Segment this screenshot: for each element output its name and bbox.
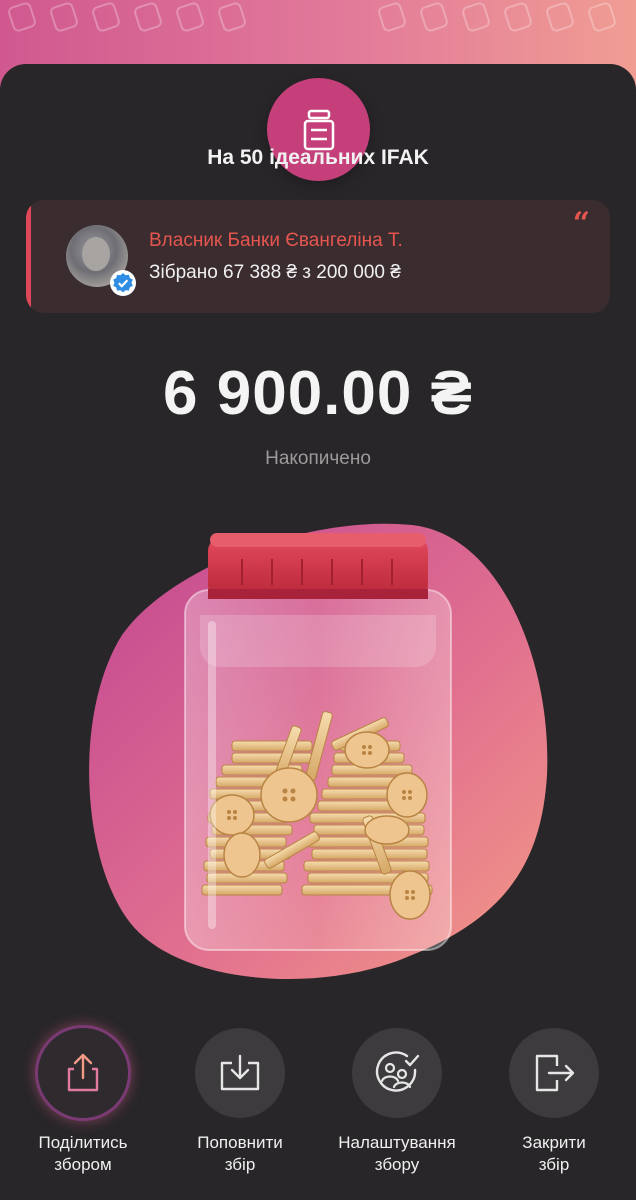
settings-icon bbox=[375, 1051, 420, 1092]
balance-amount: 6 900.00 ₴ bbox=[163, 359, 473, 428]
header-pattern bbox=[0, 0, 636, 70]
top-up-label: Поповнити збір bbox=[197, 1133, 283, 1174]
card-accent-stripe bbox=[26, 200, 31, 313]
share-circle[interactable] bbox=[38, 1028, 128, 1118]
jar-illustration bbox=[89, 523, 548, 979]
action-bar: Поділитись збором Поповнити збір Налашту… bbox=[0, 1028, 636, 1200]
balance-label: Накопичено bbox=[265, 448, 371, 469]
settings-circle[interactable] bbox=[352, 1028, 442, 1118]
top-up-icon bbox=[220, 1054, 260, 1091]
close-label: Закрити збір bbox=[522, 1133, 586, 1174]
collected-progress-text: Зібрано 67 388 ₴ з 200 000 ₴ bbox=[149, 262, 401, 283]
top-up-circle[interactable] bbox=[195, 1028, 285, 1118]
share-label: Поділитись збором bbox=[38, 1133, 128, 1174]
share-collection-button[interactable]: Поділитись збором bbox=[3, 1028, 163, 1176]
jar-title: На 50 ідеальних IFAK bbox=[207, 146, 429, 169]
jar-icon bbox=[303, 109, 334, 150]
close-circle[interactable] bbox=[509, 1028, 599, 1118]
verified-check-icon bbox=[110, 270, 136, 296]
close-collection-button[interactable]: Закрити збір bbox=[474, 1028, 634, 1176]
settings-label: Налаштування збору bbox=[338, 1133, 456, 1174]
owner-name: Власник Банки Євангеліна Т. bbox=[149, 230, 403, 251]
owner-card[interactable]: Власник Банки Євангеліна Т. Зібрано 67 3… bbox=[26, 200, 610, 313]
top-up-button[interactable]: Поповнити збір bbox=[160, 1028, 320, 1176]
share-icon bbox=[67, 1053, 99, 1092]
settings-button[interactable]: Налаштування збору bbox=[317, 1028, 477, 1176]
quote-icon: “ bbox=[572, 206, 590, 241]
exit-icon bbox=[535, 1054, 575, 1092]
